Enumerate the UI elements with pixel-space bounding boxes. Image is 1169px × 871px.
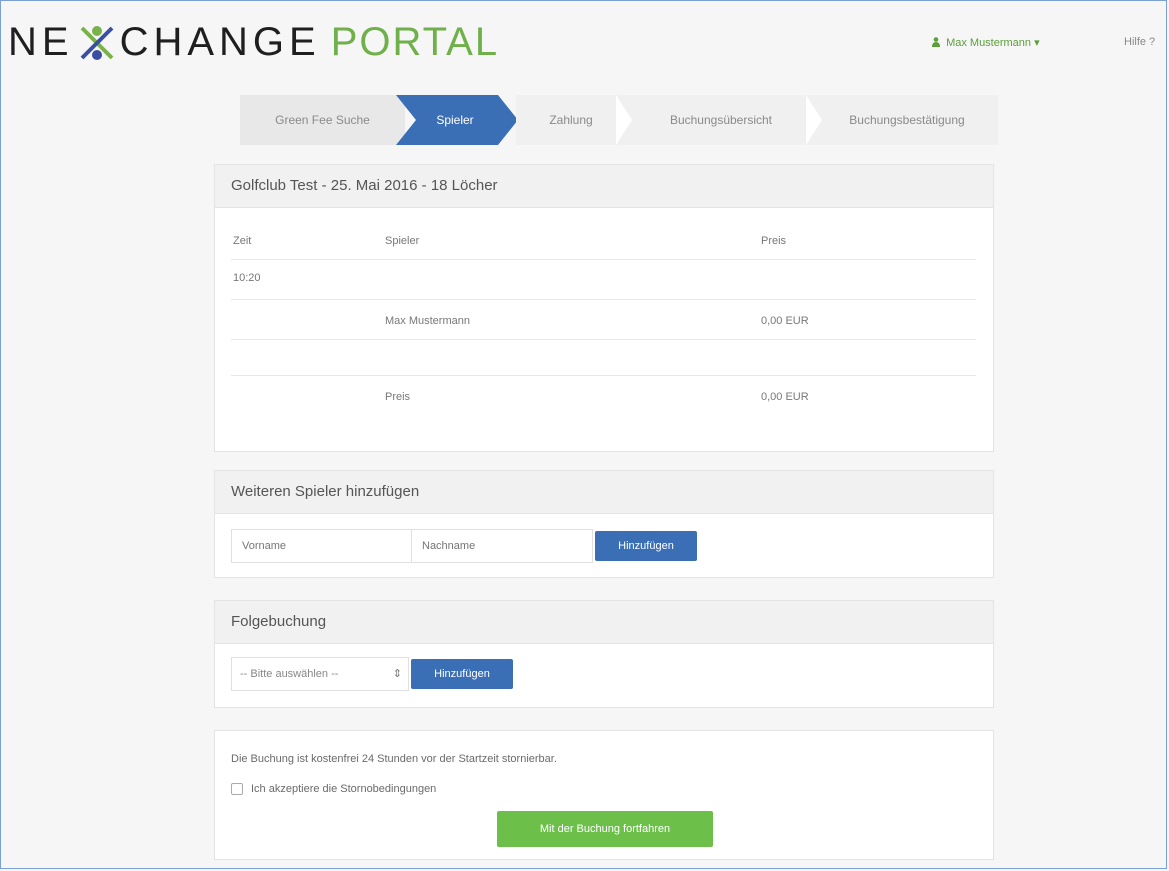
add-player-panel: Weiteren Spieler hinzufügen Hinzufügen [214, 470, 994, 578]
logo-text-portal: PORTAL [330, 20, 500, 64]
add-player-title: Weiteren Spieler hinzufügen [215, 471, 993, 514]
follow-booking-title: Folgebuchung [215, 601, 993, 644]
add-player-button[interactable]: Hinzufügen [595, 531, 697, 561]
player-price: 0,00 EUR [761, 315, 809, 327]
table-row-time: 10:20 [231, 259, 976, 300]
tee-time: 10:20 [233, 272, 261, 284]
col-player-header: Spieler [385, 235, 420, 247]
booking-title: Golfclub Test - 25. Mai 2016 - 18 Löcher [215, 165, 993, 208]
table-row-player: Max Mustermann 0,00 EUR [231, 299, 976, 340]
nexchange-portal-logo[interactable]: NE CHANGE PORTAL [8, 20, 499, 65]
col-time-header: Zeit [233, 235, 252, 247]
step-separators [616, 95, 822, 145]
confirm-panel: Die Buchung ist kostenfrei 24 Stunden vo… [214, 730, 994, 860]
continue-booking-button[interactable]: Mit der Buchung fortfahren [497, 811, 713, 847]
user-menu-label: Max Mustermann ▾ [946, 37, 1040, 49]
lastname-input[interactable] [411, 529, 593, 563]
help-link[interactable]: Hilfe ? [1124, 36, 1155, 48]
logo-text-ne: NE [8, 20, 74, 64]
cancellation-note: Die Buchung ist kostenfrei 24 Stunden vo… [231, 753, 557, 765]
terms-checkbox-label[interactable]: Ich akzeptiere die Stornobedingungen [251, 783, 436, 795]
select-arrows-icon: ⇕ [392, 668, 402, 680]
follow-booking-select-value: -- Bitte auswählen -- [240, 668, 339, 680]
col-price-header: Preis [761, 235, 787, 247]
booking-stepper: Green Fee Suche Spieler Zahlung Buchungs… [240, 95, 998, 145]
player-name: Max Mustermann [385, 315, 470, 327]
table-header-row: Zeit Spieler Preis [231, 219, 976, 259]
terms-checkbox[interactable] [231, 783, 243, 795]
follow-booking-select[interactable]: -- Bitte auswählen -- ⇕ [231, 657, 409, 691]
terms-checkbox-row[interactable]: Ich akzeptiere die Stornobedingungen [231, 783, 436, 795]
user-menu[interactable]: Max Mustermann ▾ [932, 36, 1040, 49]
booking-details-panel: Golfclub Test - 25. Mai 2016 - 18 Löcher… [214, 164, 994, 452]
logo-x-icon [80, 25, 113, 60]
logo-text-change: CHANGE [119, 20, 321, 64]
user-icon [932, 37, 940, 47]
firstname-input[interactable] [231, 529, 413, 563]
table-row-spacer [231, 339, 976, 376]
table-row-total: Preis 0,00 EUR [231, 375, 976, 416]
total-label: Preis [385, 391, 411, 403]
total-price: 0,00 EUR [761, 391, 809, 403]
follow-booking-add-button[interactable]: Hinzufügen [411, 659, 513, 689]
follow-booking-panel: Folgebuchung -- Bitte auswählen -- ⇕ Hin… [214, 600, 994, 708]
